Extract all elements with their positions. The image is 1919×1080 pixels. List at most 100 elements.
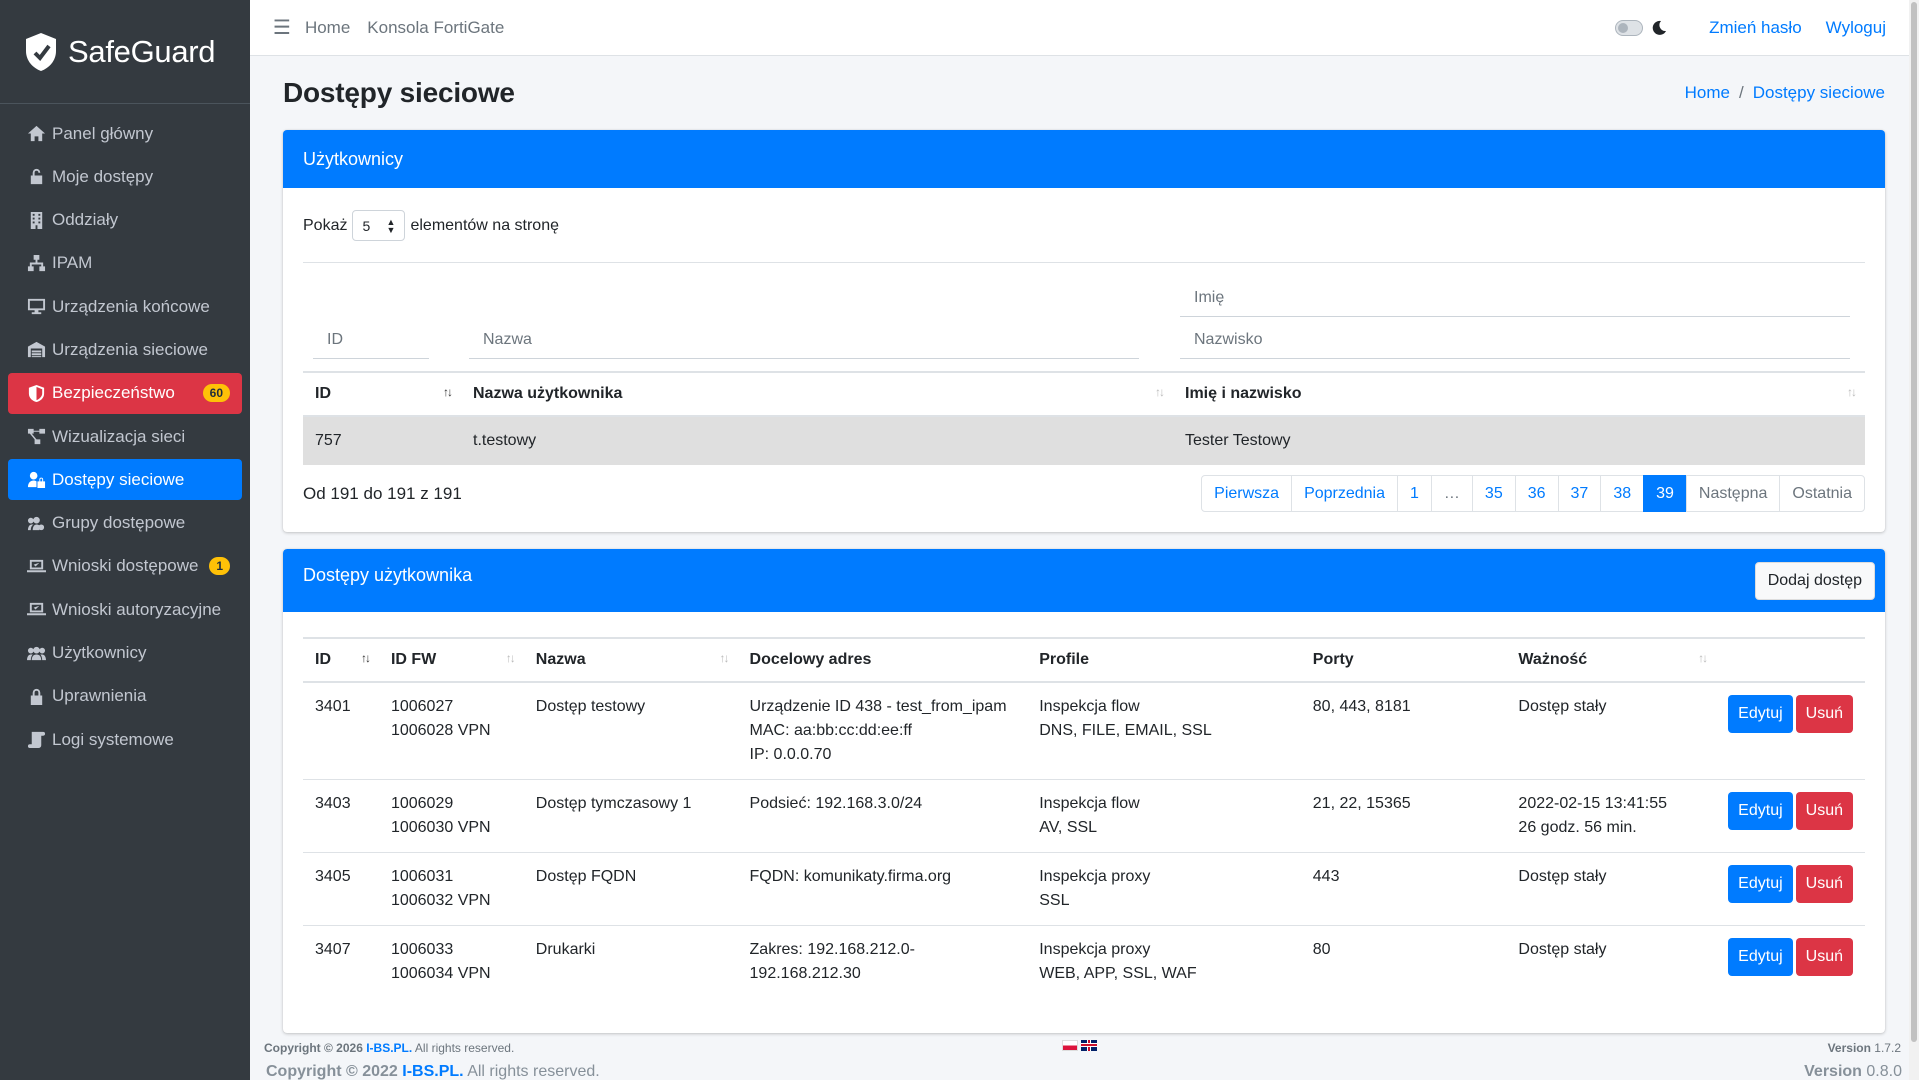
main-content: Dostępy sieciowe Home / Dostępy sieciowe U… xyxy=(250,56,1909,1033)
sidebar-item-bezpieczeństwo[interactable]: Bezpieczeństwo 60 xyxy=(8,372,242,414)
delete-button[interactable]: Usuń xyxy=(1795,792,1853,830)
sidebar-item-dostępy-sieciowe[interactable]: Dostępy sieciowe xyxy=(8,459,242,501)
sidebar-item-użytkownicy[interactable]: Użytkownicy xyxy=(8,633,242,674)
profile-line: Inspekcja proxy xyxy=(1039,868,1151,885)
sidebar-item-urządzenia-sieciowe[interactable]: Urządzenia sieciowe xyxy=(8,329,242,370)
topbar-home-link[interactable]: Home xyxy=(305,18,350,38)
show-label: Pokaż xyxy=(303,216,348,234)
col-id[interactable]: ID ↑↓ xyxy=(303,371,461,417)
address-line: MAC: aa:bb:cc:dd:ee:ff xyxy=(749,722,912,739)
pagination-item[interactable]: Poprzednia xyxy=(1291,475,1399,512)
col-access-id[interactable]: ID ↑↓ xyxy=(303,637,379,683)
profile-line: WEB, APP, SSL, WAF xyxy=(1039,965,1197,982)
users-table: ID ↑↓ Nazwa użytkownika ↑↓ Imię i nazwisko… xyxy=(303,371,1865,465)
sidebar-item-label: Urządzenia sieciowe xyxy=(52,339,208,359)
cell-access-id: 3403 xyxy=(303,779,379,853)
desktop-icon xyxy=(26,297,46,317)
profile-line: Inspekcja proxy xyxy=(1039,941,1151,958)
pagination-item[interactable]: Następna xyxy=(1685,475,1781,512)
pagination-item[interactable]: 36 xyxy=(1514,475,1559,512)
pagination-item[interactable]: Pierwsza xyxy=(1201,475,1293,512)
breadcrumb-home[interactable]: Home xyxy=(1685,83,1730,102)
hamburger-menu-icon[interactable]: ☰ xyxy=(273,15,291,40)
edit-button[interactable]: Edytuj xyxy=(1728,938,1793,976)
validity-line: 2022-02-15 13:41:55 xyxy=(1518,795,1667,812)
footer-company-link[interactable]: I-BS.PL. xyxy=(366,1041,412,1055)
scrollbar-thumb[interactable] xyxy=(1911,2,1917,1042)
sort-asc-icon: ↑↓ xyxy=(360,651,371,665)
brand[interactable]: SafeGuard xyxy=(0,0,250,104)
sidebar-item-urządzenia-końcowe[interactable]: Urządzenia końcowe xyxy=(8,286,242,327)
page-title: Dostępy sieciowe xyxy=(283,77,515,108)
pagination-item[interactable]: 38 xyxy=(1600,475,1645,512)
page-scrollbar[interactable] xyxy=(1909,0,1919,1080)
sidebar-item-grupy-dostępowe[interactable]: Grupy dostępowe xyxy=(8,503,242,544)
pagination-item[interactable]: 35 xyxy=(1471,475,1516,512)
copyright-old: Copyright © 2022 I-BS.PL. All rights res… xyxy=(266,1063,600,1080)
sidebar-item-moje-dostępy[interactable]: Moje dostępy xyxy=(8,156,242,197)
breadcrumb-current: Dostępy sieciowe xyxy=(1752,83,1885,102)
filter-id-input[interactable]: ID xyxy=(313,321,429,359)
edit-button[interactable]: Edytuj xyxy=(1728,792,1793,830)
sidebar-item-logi-systemowe[interactable]: Logi systemowe xyxy=(8,719,242,760)
col-fw-id[interactable]: ID FW ↑↓ xyxy=(378,637,524,683)
sidebar-item-panel-główny[interactable]: Panel główny xyxy=(8,113,242,154)
delete-button[interactable]: Usuń xyxy=(1795,938,1853,976)
edit-button[interactable]: Edytuj xyxy=(1728,695,1793,733)
pagination-item[interactable]: 39 xyxy=(1643,475,1687,512)
col-validity[interactable]: Ważność ↑↓ xyxy=(1506,637,1717,683)
show-suffix-label: elementów na stronę xyxy=(410,216,559,234)
filter-lastname-input[interactable]: Nazwisko xyxy=(1180,321,1850,359)
sidebar-item-oddziały[interactable]: Oddziały xyxy=(8,200,242,241)
pagination-item[interactable]: 37 xyxy=(1557,475,1602,512)
sidebar-item-label: Panel główny xyxy=(52,123,154,143)
table-row[interactable]: 757 t.testowy Tester Testowy xyxy=(303,415,1865,465)
cell-actions: Edytuj Usuń xyxy=(1716,852,1865,926)
col-profile: Profile xyxy=(1027,637,1301,683)
delete-button[interactable]: Usuń xyxy=(1795,695,1853,733)
sidebar-item-label: Moje dostępy xyxy=(52,166,154,186)
access-card-title: Dostępy użytkownika xyxy=(303,565,473,585)
table-row: 3403 1006029 1006030 VPN Dostęp tymczasowy … xyxy=(303,779,1865,853)
dark-mode-toggle[interactable] xyxy=(1615,19,1644,36)
validity-line: Dostęp stały xyxy=(1518,941,1607,958)
sidebar-item-wizualizacja-sieci[interactable]: Wizualizacja sieci xyxy=(8,416,242,457)
cell-access-name: Drukarki xyxy=(523,925,738,998)
shield-logo-icon xyxy=(26,32,56,71)
pagination-row: Od 191 do 191 z 191 Pierwsza Poprzednia 1…… xyxy=(303,475,1865,512)
edit-button[interactable]: Edytuj xyxy=(1728,865,1793,903)
footer-company-link-old[interactable]: I-BS.PL. xyxy=(402,1063,463,1080)
col-username[interactable]: Nazwa użytkownika ↑↓ xyxy=(461,371,1173,417)
cell-id: 757 xyxy=(303,415,461,465)
cell-fw-id: 1006031 1006032 VPN xyxy=(378,852,524,926)
sidebar-item-label: Urządzenia końcowe xyxy=(52,296,210,316)
topbar-console-link[interactable]: Konsola FortiGate xyxy=(367,18,504,38)
profile-line: DNS, FILE, EMAIL, SSL xyxy=(1039,722,1212,739)
sidebar-item-uprawnienia[interactable]: Uprawnienia xyxy=(8,676,242,717)
col-access-name[interactable]: Nazwa ↑↓ xyxy=(523,637,738,683)
sidebar-item-label: Uprawnienia xyxy=(52,686,147,706)
laptop-check-icon xyxy=(26,600,46,620)
delete-button[interactable]: Usuń xyxy=(1795,865,1853,903)
filter-name-input[interactable]: Nazwa xyxy=(469,321,1139,359)
flag-pl-icon[interactable] xyxy=(1062,1040,1078,1051)
page-size-select[interactable]: 5 ▲ ▼ xyxy=(352,210,406,241)
add-access-button[interactable]: Dodaj dostęp xyxy=(1754,561,1875,600)
sidebar-item-wnioski-autoryzacyjne[interactable]: Wnioski autoryzacyjne xyxy=(8,589,242,630)
change-password-link[interactable]: Zmień hasło xyxy=(1709,18,1802,38)
filter-firstname-input[interactable]: Imię xyxy=(1180,279,1850,317)
cell-profile: Inspekcja proxy WEB, APP, SSL, WAF xyxy=(1027,925,1301,998)
sidebar-item-wnioski-dostępowe[interactable]: Wnioski dostępowe 1 xyxy=(8,546,242,587)
sidebar-item-label: Grupy dostępowe xyxy=(52,513,186,533)
col-fullname[interactable]: Imię i nazwisko ↑↓ xyxy=(1173,371,1865,417)
address-line: FQDN: komunikaty.firma.org xyxy=(749,868,952,885)
logout-link[interactable]: Wyloguj xyxy=(1826,18,1886,38)
sidebar-item-label: Logi systemowe xyxy=(52,729,174,749)
pagination-item[interactable]: Ostatnia xyxy=(1779,475,1865,512)
sidebar-item-ipam[interactable]: IPAM xyxy=(8,243,242,284)
cell-profile: Inspekcja flow DNS, FILE, EMAIL, SSL xyxy=(1027,681,1301,780)
cell-access-name: Dostęp FQDN xyxy=(523,852,738,926)
flag-gb-icon[interactable] xyxy=(1081,1040,1097,1051)
pagination-item[interactable]: 1 xyxy=(1397,475,1432,512)
table-row: 3405 1006031 1006032 VPN Dostęp FQDN FQDN: k… xyxy=(303,852,1865,926)
